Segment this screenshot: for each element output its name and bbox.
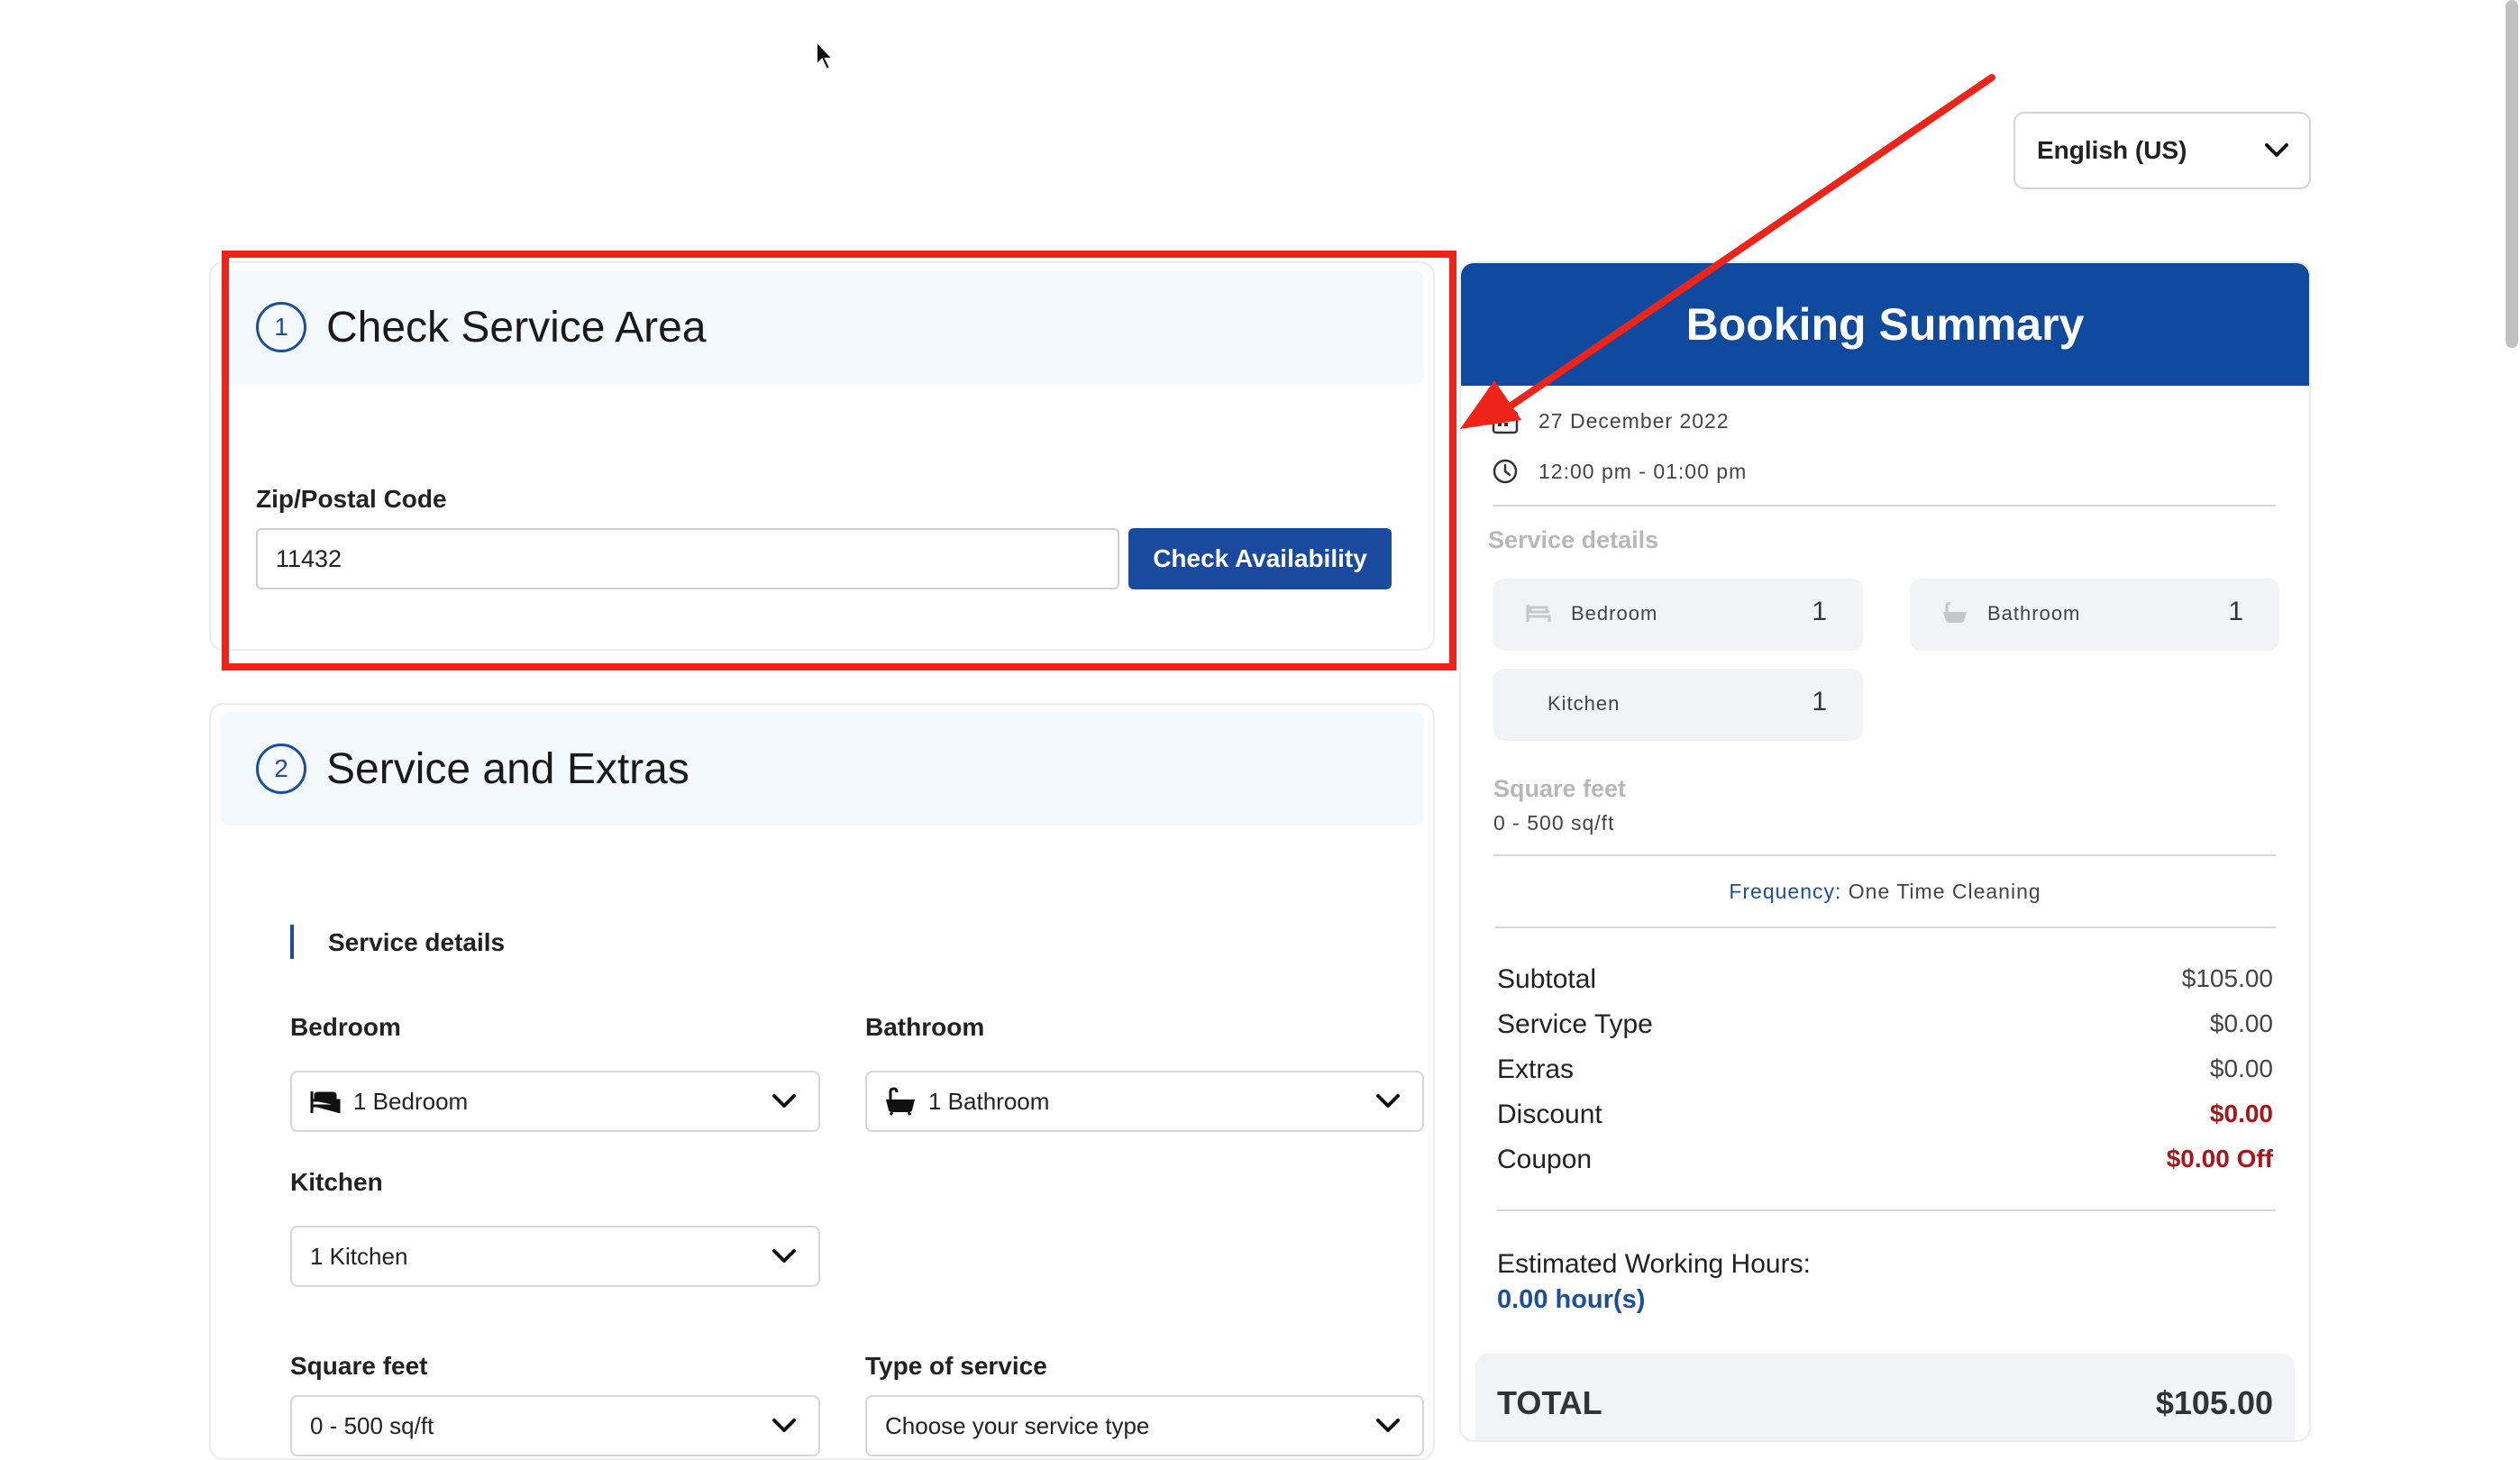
coupon-value: $0.00 Off [2166,1145,2273,1173]
step-number: 2 [256,744,306,794]
booking-time: 12:00 pm - 01:00 pm [1538,460,1748,483]
tile-name: Bedroom [1571,602,1658,625]
cursor-icon [816,40,835,71]
chevron-down-icon [772,1094,796,1108]
divider [1493,854,2276,856]
coupon-label: Coupon [1497,1145,1593,1174]
service-details-heading: Service details [328,928,506,956]
summary-tile-bathroom: Bathroom 1 [1910,579,2279,651]
frequency-value: One Time Cleaning [1848,880,2041,903]
scrollbar-thumb[interactable] [2506,0,2518,348]
page-scrollbar[interactable] [2506,0,2520,348]
square-feet-value: 0 - 500 sq/ft [1493,811,1615,835]
chevron-down-icon [772,1419,796,1432]
clock-icon [1493,459,1518,484]
tile-name: Bathroom [1987,602,2081,625]
bathtub-icon [1943,602,1967,623]
square-feet-label: Square feet [290,1352,428,1380]
service-type-select-value: Choose your service type [885,1411,1150,1439]
chevron-down-icon [772,1249,796,1263]
bedroom-select-value: 1 Bedroom [353,1087,469,1115]
arrow-annotation-icon [1460,74,1995,429]
total-value: $105.00 [2155,1384,2273,1421]
section-accent-bar [290,925,294,959]
chevron-down-icon [1376,1419,1400,1432]
square-feet-label: Square feet [1493,775,1627,802]
language-select[interactable]: English (US) [2013,112,2311,189]
tile-value: 1 [1812,597,1827,626]
bedroom-label: Bedroom [290,1013,401,1041]
card-header: 2 Service and Extras [220,712,1424,826]
bed-icon [1526,605,1551,622]
kitchen-label: Kitchen [290,1168,383,1196]
chevron-down-icon [2265,143,2288,157]
subtotal-label: Subtotal [1497,964,1597,994]
kitchen-select-value: 1 Kitchen [310,1242,408,1270]
summary-tile-bedroom: Bedroom 1 [1493,579,1863,651]
square-feet-select[interactable]: 0 - 500 sq/ft [290,1395,820,1456]
card-title: Service and Extras [326,745,689,793]
kitchen-select[interactable]: 1 Kitchen [290,1226,820,1287]
highlight-box-annotation [222,251,1456,671]
service-details-label: Service details [1488,526,1659,553]
tile-name: Kitchen [1548,692,1621,715]
summary-tile-kitchen: Kitchen 1 [1493,669,1863,741]
bathtub-icon [886,1087,915,1116]
estimated-hours-label: Estimated Working Hours: [1497,1249,1811,1279]
total-label: TOTAL [1497,1384,1602,1421]
total-bar: TOTAL $105.00 [1475,1354,2295,1440]
bedroom-select[interactable]: 1 Bedroom [290,1071,820,1132]
divider [1497,1209,2276,1211]
service-type-select[interactable]: Choose your service type [865,1395,1424,1456]
service-type-label: Service Type [1497,1009,1653,1039]
bathroom-select[interactable]: 1 Bathroom [865,1071,1424,1132]
bathroom-label: Bathroom [865,1013,985,1041]
subtotal-value: $105.00 [2181,964,2273,992]
discount-label: Discount [1497,1100,1602,1129]
language-select-value: English (US) [2037,136,2187,164]
divider [1495,926,2276,928]
tile-value: 1 [2228,597,2243,626]
frequency-label: Frequency: [1729,880,1842,903]
estimated-hours-value: 0.00 hour(s) [1497,1285,1646,1314]
frequency-line: Frequency: One Time Cleaning [1461,880,2309,904]
discount-value: $0.00 [2209,1100,2273,1127]
chevron-down-icon [1376,1094,1400,1108]
extras-label: Extras [1497,1054,1575,1084]
service-type-label: Type of service [865,1352,1047,1380]
divider [1493,505,2276,506]
bathroom-select-value: 1 Bathroom [928,1087,1050,1115]
service-and-extras-card: 2 Service and Extras Service details Bed… [209,703,1435,1460]
bed-icon [310,1091,341,1113]
service-type-value: $0.00 [2209,1009,2273,1037]
extras-value: $0.00 [2209,1054,2273,1082]
square-feet-select-value: 0 - 500 sq/ft [310,1411,434,1439]
tile-value: 1 [1812,687,1827,716]
